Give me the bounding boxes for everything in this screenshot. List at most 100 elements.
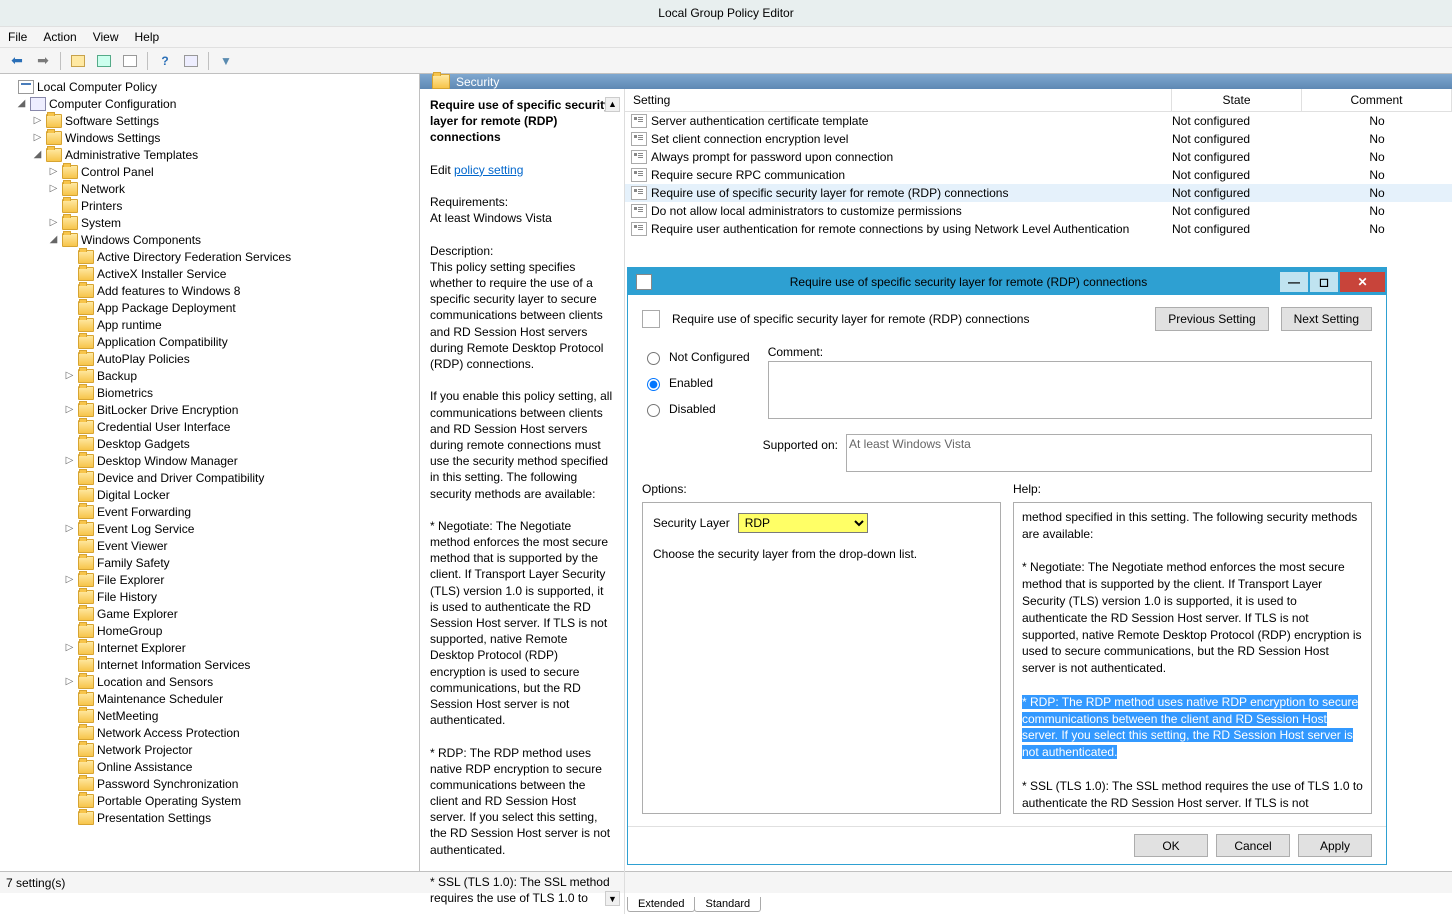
tree-item[interactable]: Active Directory Federation Services: [4, 248, 419, 265]
tab-standard[interactable]: Standard: [694, 897, 761, 912]
expand-icon[interactable]: ▷: [64, 676, 75, 687]
expand-icon[interactable]: ▷: [64, 455, 75, 466]
col-setting[interactable]: Setting: [625, 89, 1172, 111]
security-layer-select[interactable]: RDP: [738, 513, 868, 533]
tree-item[interactable]: ▷Event Log Service: [4, 520, 419, 537]
tree-item[interactable]: Add features to Windows 8: [4, 282, 419, 299]
up-button[interactable]: [67, 50, 89, 72]
expand-icon[interactable]: ▷: [32, 132, 43, 143]
tree-item[interactable]: App runtime: [4, 316, 419, 333]
tree-item[interactable]: Presentation Settings: [4, 809, 419, 826]
tree-item[interactable]: ▷File Explorer: [4, 571, 419, 588]
col-comment[interactable]: Comment: [1302, 89, 1452, 111]
radio-enabled[interactable]: Enabled: [642, 375, 750, 391]
show-hide-tree-button[interactable]: [93, 50, 115, 72]
list-row[interactable]: Require secure RPC communicationNot conf…: [625, 166, 1452, 184]
expand-icon[interactable]: ▷: [64, 523, 75, 534]
close-button[interactable]: ✕: [1340, 272, 1385, 292]
list-row[interactable]: Server authentication certificate templa…: [625, 112, 1452, 130]
tree-item[interactable]: Biometrics: [4, 384, 419, 401]
help-box[interactable]: method specified in this setting. The fo…: [1013, 502, 1372, 814]
tree-item[interactable]: ▷BitLocker Drive Encryption: [4, 401, 419, 418]
list-row[interactable]: Require user authentication for remote c…: [625, 220, 1452, 238]
tree-item[interactable]: ▷Backup: [4, 367, 419, 384]
tree-item[interactable]: Software Settings: [65, 114, 159, 128]
scroll-down-button[interactable]: ▼: [605, 891, 620, 906]
apply-button[interactable]: Apply: [1298, 834, 1372, 857]
help-button[interactable]: ?: [154, 50, 176, 72]
tree-item[interactable]: ▷Internet Explorer: [4, 639, 419, 656]
tree-item[interactable]: Network Projector: [4, 741, 419, 758]
minimize-button[interactable]: —: [1280, 272, 1308, 292]
cancel-button[interactable]: Cancel: [1216, 834, 1290, 857]
expand-icon[interactable]: ▷: [48, 217, 59, 228]
tree-item[interactable]: Family Safety: [4, 554, 419, 571]
dialog-titlebar[interactable]: Require use of specific security layer f…: [628, 268, 1386, 295]
expand-icon[interactable]: ▷: [48, 166, 59, 177]
list-row[interactable]: Require use of specific security layer f…: [625, 184, 1452, 202]
maximize-button[interactable]: ◻: [1310, 272, 1338, 292]
back-button[interactable]: [6, 50, 28, 72]
tree-item[interactable]: System: [81, 216, 121, 230]
list-row[interactable]: Always prompt for password upon connecti…: [625, 148, 1452, 166]
tree-item[interactable]: ▷Location and Sensors: [4, 673, 419, 690]
col-state[interactable]: State: [1172, 89, 1302, 111]
tree-item[interactable]: Network Access Protection: [4, 724, 419, 741]
tree-item[interactable]: App Package Deployment: [4, 299, 419, 316]
expand-icon[interactable]: ◢: [32, 149, 43, 160]
tree-item[interactable]: Administrative Templates: [65, 148, 198, 162]
next-setting-button[interactable]: Next Setting: [1281, 307, 1372, 331]
tree-item[interactable]: Windows Components: [81, 233, 201, 247]
tree-item[interactable]: Device and Driver Compatibility: [4, 469, 419, 486]
options-button[interactable]: [180, 50, 202, 72]
tree-item[interactable]: Printers: [81, 199, 122, 213]
list-row[interactable]: Set client connection encryption levelNo…: [625, 130, 1452, 148]
tree-item[interactable]: Computer Configuration: [49, 97, 176, 111]
expand-icon[interactable]: ◢: [16, 98, 27, 109]
previous-setting-button[interactable]: Previous Setting: [1155, 307, 1268, 331]
tree-item[interactable]: Online Assistance: [4, 758, 419, 775]
tree-item[interactable]: HomeGroup: [4, 622, 419, 639]
tree-item[interactable]: Portable Operating System: [4, 792, 419, 809]
tree-item[interactable]: Credential User Interface: [4, 418, 419, 435]
expand-icon[interactable]: ▷: [64, 404, 75, 415]
tree-item[interactable]: Control Panel: [81, 165, 154, 179]
menu-help[interactable]: Help: [135, 30, 160, 44]
expand-icon[interactable]: ▷: [64, 642, 75, 653]
tree-item[interactable]: Digital Locker: [4, 486, 419, 503]
tree-item[interactable]: Application Compatibility: [4, 333, 419, 350]
tree-item[interactable]: Event Viewer: [4, 537, 419, 554]
tree-item[interactable]: Network: [81, 182, 125, 196]
tree-item[interactable]: File History: [4, 588, 419, 605]
tree-item[interactable]: Password Synchronization: [4, 775, 419, 792]
tree-item[interactable]: Internet Information Services: [4, 656, 419, 673]
expand-icon[interactable]: ▷: [32, 115, 43, 126]
edit-policy-link[interactable]: policy setting: [454, 163, 523, 177]
tree-item[interactable]: Desktop Gadgets: [4, 435, 419, 452]
radio-not-configured[interactable]: Not Configured: [642, 349, 750, 365]
menu-view[interactable]: View: [93, 30, 119, 44]
tree-pane[interactable]: Local Computer Policy ◢ Computer Configu…: [0, 74, 420, 871]
tree-item[interactable]: Game Explorer: [4, 605, 419, 622]
expand-icon[interactable]: ▷: [48, 183, 59, 194]
tree-item[interactable]: Maintenance Scheduler: [4, 690, 419, 707]
expand-icon[interactable]: ▷: [64, 370, 75, 381]
menu-action[interactable]: Action: [43, 30, 76, 44]
tree-item[interactable]: ActiveX Installer Service: [4, 265, 419, 282]
tree-item[interactable]: Event Forwarding: [4, 503, 419, 520]
properties-button[interactable]: [119, 50, 141, 72]
comment-textarea[interactable]: [768, 361, 1372, 419]
tree-item[interactable]: NetMeeting: [4, 707, 419, 724]
expand-icon[interactable]: ▷: [64, 574, 75, 585]
ok-button[interactable]: OK: [1134, 834, 1208, 857]
expand-icon[interactable]: ◢: [48, 234, 59, 245]
filter-button[interactable]: ▼: [215, 50, 237, 72]
scroll-up-button[interactable]: ▲: [605, 97, 620, 112]
list-row[interactable]: Do not allow local administrators to cus…: [625, 202, 1452, 220]
menu-file[interactable]: File: [8, 30, 27, 44]
tree-item[interactable]: ▷Desktop Window Manager: [4, 452, 419, 469]
tree-item[interactable]: AutoPlay Policies: [4, 350, 419, 367]
tab-extended[interactable]: Extended: [627, 897, 695, 912]
forward-button[interactable]: [32, 50, 54, 72]
radio-disabled[interactable]: Disabled: [642, 401, 750, 417]
